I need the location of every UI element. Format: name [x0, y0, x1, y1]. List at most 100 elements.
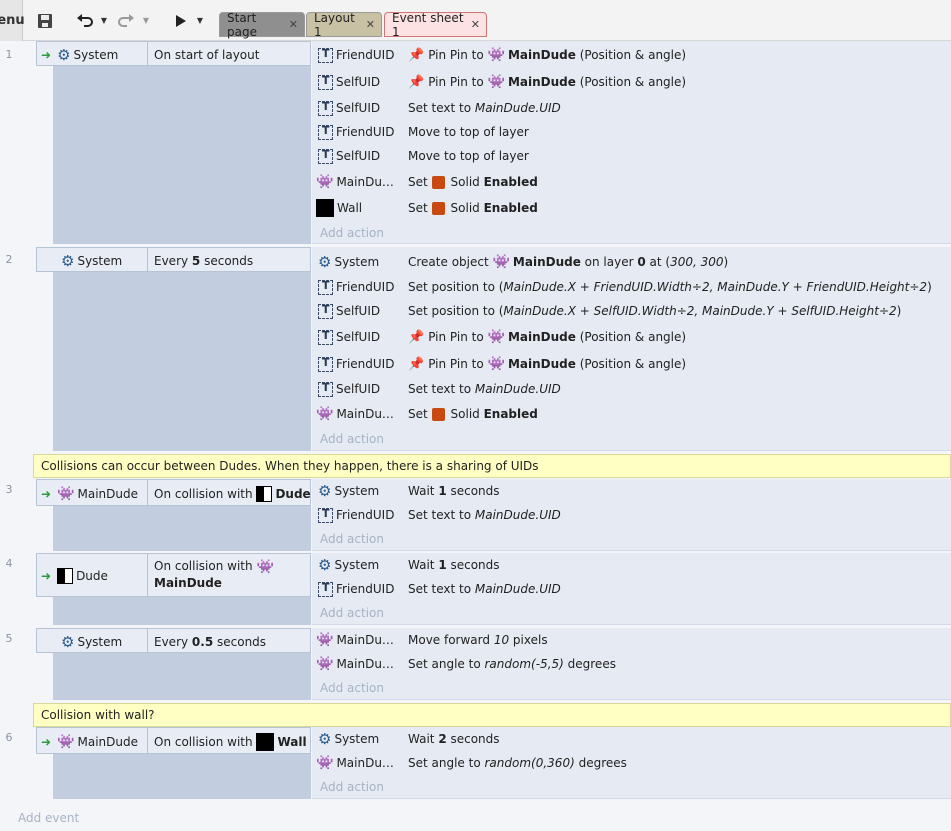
- add-action-link[interactable]: Add action: [320, 606, 384, 620]
- event-cell[interactable]: SelfUID: [318, 97, 380, 119]
- invader-icon: 👾: [316, 632, 334, 648]
- add-action-link[interactable]: Add action: [320, 780, 384, 794]
- event-cell[interactable]: Set angle to random(-5,5) degrees: [408, 653, 616, 675]
- event-cell[interactable]: Every 0.5 seconds: [147, 629, 266, 654]
- text-object-icon: [318, 329, 333, 345]
- event-cell[interactable]: Create object 👾 MainDude on layer 0 at (3…: [408, 251, 728, 273]
- event-cell[interactable]: Wait 1 seconds: [408, 554, 500, 576]
- event-cell[interactable]: FriendUID: [318, 504, 394, 526]
- tab-start-page[interactable]: Start page ✕: [219, 11, 305, 39]
- event-cell[interactable]: Wait 1 seconds: [408, 480, 500, 502]
- save-icon[interactable]: [33, 0, 57, 41]
- condition-row[interactable]: ➜ ⚙ System On start of layout: [36, 41, 311, 67]
- event-cell[interactable]: ⚙ System: [318, 554, 379, 576]
- event-cell[interactable]: 📌 Pin Pin to 👾 MainDude (Position & angle): [408, 353, 686, 375]
- close-icon[interactable]: ✕: [471, 18, 480, 31]
- event-cell[interactable]: ➜ 👾 MainDude: [41, 480, 138, 507]
- play-dropdown-icon[interactable]: ▼: [194, 0, 206, 41]
- event-cell[interactable]: ⚙ System: [61, 248, 122, 273]
- condition-row[interactable]: ➜ 👾 MainDude On collision with Wall: [36, 727, 311, 755]
- event-cell[interactable]: SelfUID: [318, 326, 380, 348]
- add-event-link[interactable]: Add event: [18, 811, 79, 825]
- event-cell[interactable]: ⚙ System: [61, 629, 122, 654]
- event-cell[interactable]: ⚙ System: [318, 480, 379, 502]
- condition-row[interactable]: ⚙ System Every 5 seconds: [36, 247, 311, 273]
- event-cell[interactable]: FriendUID: [318, 44, 394, 66]
- condition-block[interactable]: [53, 41, 311, 244]
- invader-icon: 👾: [487, 356, 505, 372]
- event-cell[interactable]: Set position to (MainDude.X + SelfUID.Wi…: [408, 300, 901, 322]
- event-cell[interactable]: Set text to MainDude.UID: [408, 97, 561, 119]
- event-cell[interactable]: SelfUID: [318, 71, 380, 93]
- condition-row[interactable]: ⚙ System Every 0.5 seconds: [36, 628, 311, 654]
- event-cell[interactable]: ➜ Dude: [41, 554, 108, 598]
- event-cell[interactable]: Move to top of layer: [408, 121, 529, 143]
- tab-layout-1[interactable]: Layout 1 ✕: [306, 11, 382, 39]
- event-cell[interactable]: ⚙ System: [318, 251, 379, 273]
- invader-icon: 👾: [57, 485, 75, 502]
- event-cell[interactable]: SelfUID: [318, 300, 380, 322]
- solid-icon: [431, 175, 445, 189]
- event-cell[interactable]: SelfUID: [318, 378, 380, 400]
- event-cell[interactable]: On collision with Wall: [147, 728, 307, 755]
- menu-button[interactable]: enu: [0, 0, 25, 41]
- add-action-link[interactable]: Add action: [320, 432, 384, 446]
- invader-icon: 👾: [487, 47, 505, 63]
- event-cell[interactable]: Every 5 seconds: [147, 248, 253, 273]
- event-cell[interactable]: Set position to (MainDude.X + FriendUID.…: [408, 276, 932, 298]
- event-cell[interactable]: Wait 2 seconds: [408, 728, 500, 750]
- event-cell[interactable]: 👾 MainDu…: [316, 403, 394, 425]
- event-cell[interactable]: Set angle to random(0,360) degrees: [408, 752, 627, 774]
- event-cell[interactable]: FriendUID: [318, 121, 394, 143]
- event-cell[interactable]: FriendUID: [318, 353, 394, 375]
- event-cell[interactable]: 👾 MainDu…: [316, 752, 394, 774]
- gear-icon: ⚙: [318, 253, 332, 271]
- event-cell[interactable]: 📌 Pin Pin to 👾 MainDude (Position & angle): [408, 44, 686, 66]
- tab-event-sheet-1[interactable]: Event sheet 1 ✕: [384, 11, 487, 39]
- redo-icon[interactable]: [115, 0, 137, 41]
- event-cell[interactable]: 📌 Pin Pin to 👾 MainDude (Position & angle): [408, 71, 686, 93]
- event-cell[interactable]: ⚙ System: [318, 728, 379, 750]
- event-cell[interactable]: On start of layout: [147, 42, 259, 67]
- redo-dropdown-icon[interactable]: ▼: [140, 0, 152, 41]
- event-cell[interactable]: Set text to MainDude.UID: [408, 578, 561, 600]
- event-cell[interactable]: Move to top of layer: [408, 145, 529, 167]
- invader-icon: 👾: [487, 74, 505, 90]
- event-comment[interactable]: Collision with wall?: [33, 703, 951, 727]
- event-cell[interactable]: Set Solid Enabled: [408, 403, 538, 425]
- condition-row[interactable]: ➜ Dude On collision with 👾 MainDude: [36, 553, 311, 598]
- undo-dropdown-icon[interactable]: ▼: [98, 0, 110, 41]
- event-cell[interactable]: 👾 MainDu…: [316, 653, 394, 675]
- event-cell[interactable]: Set text to MainDude.UID: [408, 378, 561, 400]
- add-action-link[interactable]: Add action: [320, 532, 384, 546]
- event-cell[interactable]: Wall: [316, 197, 362, 219]
- event-cell[interactable]: SelfUID: [318, 145, 380, 167]
- text-object-icon: [318, 507, 333, 523]
- event-cell[interactable]: 👾 MainDu…: [316, 171, 394, 193]
- event-cell[interactable]: FriendUID: [318, 276, 394, 298]
- pin-icon: 📌: [408, 356, 425, 372]
- gear-icon: ⚙: [57, 45, 71, 64]
- event-comment[interactable]: Collisions can occur between Dudes. When…: [33, 454, 951, 478]
- event-number: 1: [5, 48, 13, 61]
- event-cell[interactable]: Set Solid Enabled: [408, 197, 538, 219]
- add-action-link[interactable]: Add action: [320, 226, 384, 240]
- event-cell[interactable]: On collision with Dude: [147, 480, 311, 507]
- invader-icon: 👾: [316, 656, 334, 672]
- event-cell[interactable]: Move forward 10 pixels: [408, 629, 548, 651]
- add-action-link[interactable]: Add action: [320, 681, 384, 695]
- event-cell[interactable]: 👾 MainDu…: [316, 629, 394, 651]
- event-cell[interactable]: ➜ ⚙ System: [41, 42, 118, 67]
- event-cell[interactable]: 📌 Pin Pin to 👾 MainDude (Position & angle): [408, 326, 686, 348]
- play-icon[interactable]: [170, 0, 192, 41]
- solid-icon: [431, 407, 445, 421]
- condition-row[interactable]: ➜ 👾 MainDude On collision with Dude: [36, 479, 311, 507]
- condition-block[interactable]: [53, 247, 311, 451]
- undo-icon[interactable]: [74, 0, 96, 41]
- event-cell[interactable]: ➜ 👾 MainDude: [41, 728, 138, 755]
- close-icon[interactable]: ✕: [289, 18, 298, 31]
- event-cell[interactable]: FriendUID: [318, 578, 394, 600]
- event-cell[interactable]: Set Solid Enabled: [408, 171, 538, 193]
- event-cell[interactable]: Set text to MainDude.UID: [408, 504, 561, 526]
- close-icon[interactable]: ✕: [366, 18, 375, 31]
